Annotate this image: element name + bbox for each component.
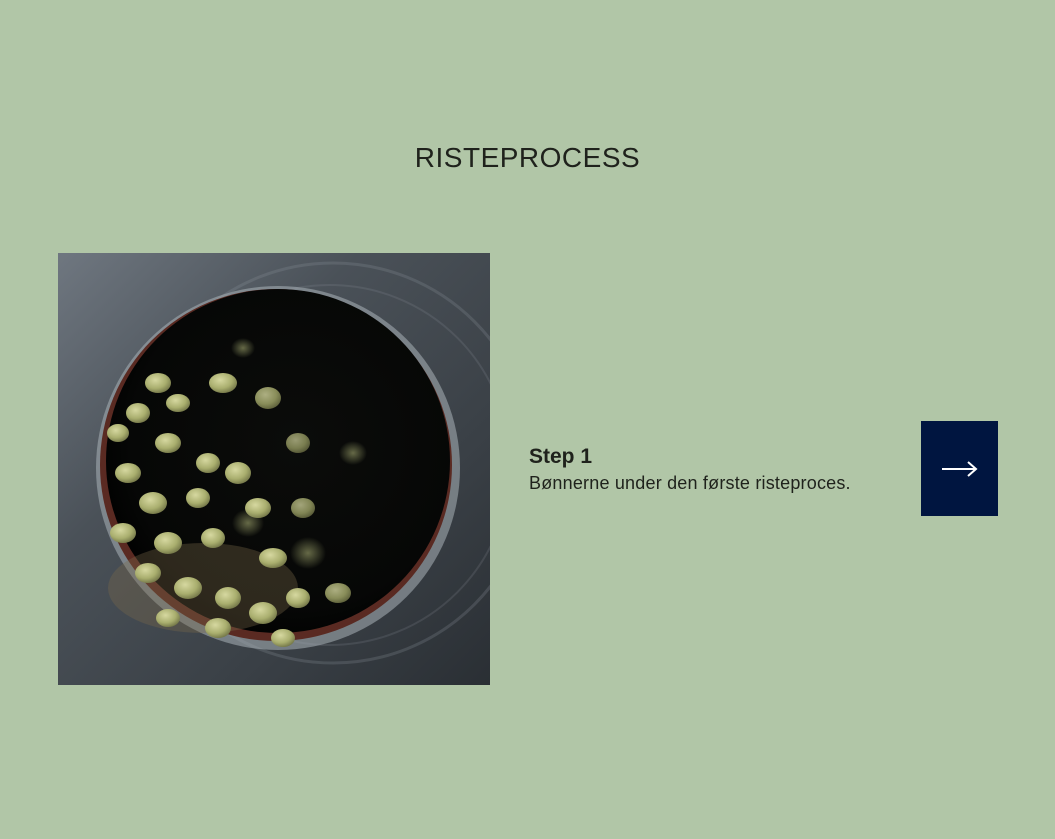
next-step-button[interactable]: [921, 421, 998, 516]
step-description: Bønnerne under den første risteproces.: [529, 473, 851, 493]
arrow-right-icon: [941, 460, 978, 477]
step-text-block: Step 1 Bønnerne under den første ristepr…: [529, 443, 909, 495]
step-heading: Step 1: [529, 445, 593, 468]
section-title: RISTEPROCESS: [414, 142, 641, 173]
roasting-beans-image: [58, 253, 490, 685]
